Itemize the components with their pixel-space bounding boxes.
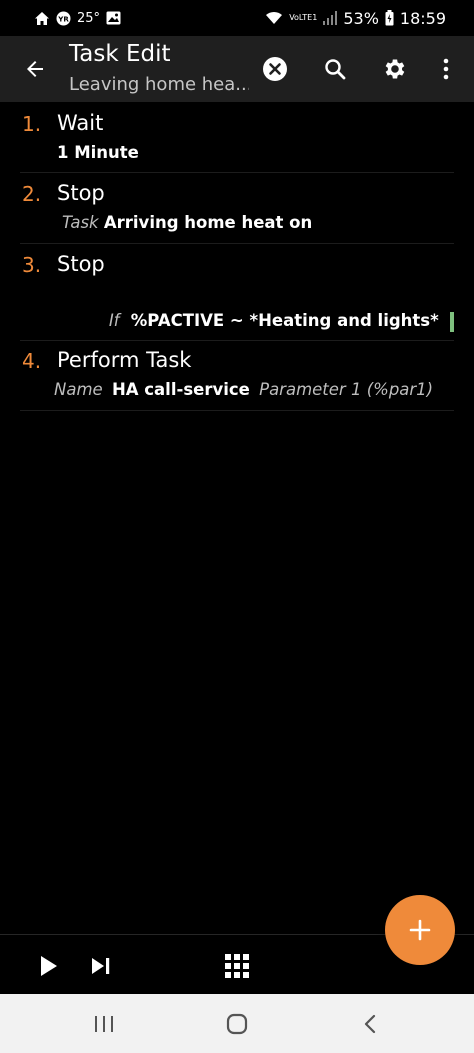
signal-icon [323,11,338,25]
recent-apps-icon [95,1016,113,1032]
action-args: Name HA call-service Parameter 1 (%par1) [54,380,433,399]
wifi-icon [265,11,283,25]
arg-value: HA call-service [111,380,250,399]
action-number: 4. [22,349,42,373]
home-button[interactable] [222,1009,252,1039]
battery-text: 53% [343,8,379,28]
add-action-button[interactable] [385,895,455,965]
arg-label: Task [62,213,99,232]
temperature-text: 25° [77,10,101,26]
action-item-1[interactable]: 1. Wait 1 Minute [20,102,454,173]
action-condition: If %PACTIVE ~ *Heating and lights* [109,311,454,332]
network-label: VoLTE1 [289,13,318,22]
action-number: 3. [22,253,42,277]
settings-button[interactable] [377,52,411,86]
action-name: Wait [57,111,104,135]
action-list: 1. Wait 1 Minute 2. Stop Task Arriving h… [0,102,474,411]
clear-button[interactable] [258,52,292,86]
arrow-left-icon [27,61,43,77]
svg-text:YR: YR [57,15,69,23]
grid-icon [225,954,249,978]
more-options-button[interactable] [429,52,463,86]
system-back-button[interactable] [355,1009,385,1039]
step-button[interactable] [86,951,116,981]
system-nav-bar [0,994,474,1053]
action-item-4[interactable]: 4. Perform Task Name HA call-service Par… [20,341,454,411]
chevron-left-icon [364,1014,376,1034]
close-circle-icon [263,57,287,81]
action-name: Stop [57,181,105,205]
action-name: Perform Task [57,348,192,372]
play-button[interactable] [33,951,63,981]
arg-extra: Parameter 1 (%par1) [259,380,434,399]
battery-charging-icon [385,10,394,26]
app-notification-icon: YR [56,11,71,26]
condition-value: %PACTIVE ~ *Heating and lights* [130,311,439,330]
condition-label: If [108,311,120,330]
recent-apps-button[interactable] [89,1009,119,1039]
gear-icon [385,59,405,79]
volte-icon: VoLTE1 [289,14,317,22]
action-args: 1 Minute [57,143,139,162]
play-icon [41,956,57,976]
toolbar: Task Edit Leaving home hea... [0,36,474,102]
action-number: 1. [22,112,42,136]
action-number: 2. [22,182,42,206]
home-icon [34,11,50,26]
search-icon [325,59,346,80]
page-title: Task Edit [69,41,171,67]
page-subtitle: Leaving home hea... [69,74,249,95]
home-nav-icon [226,1013,248,1035]
clock-text: 18:59 [399,8,446,28]
more-vert-icon [443,58,449,80]
action-item-2[interactable]: 2. Stop Task Arriving home heat on [20,173,454,244]
condition-indicator [450,311,454,332]
action-name: Stop [57,252,105,276]
skip-next-icon [92,958,110,974]
image-icon [106,11,121,25]
action-args: Task Arriving home heat on [62,213,312,232]
arg-label: Name [54,380,103,399]
grid-button[interactable] [222,951,252,981]
arg-value: Arriving home heat on [103,213,313,232]
search-button[interactable] [318,52,352,86]
plus-icon [409,919,431,941]
arg-value: 1 Minute [57,143,139,162]
status-bar: YR 25° VoLTE1 53% 18:59 [0,0,474,36]
back-button[interactable] [18,52,52,86]
action-item-3[interactable]: 3. Stop If %PACTIVE ~ *Heating and light… [20,244,454,341]
